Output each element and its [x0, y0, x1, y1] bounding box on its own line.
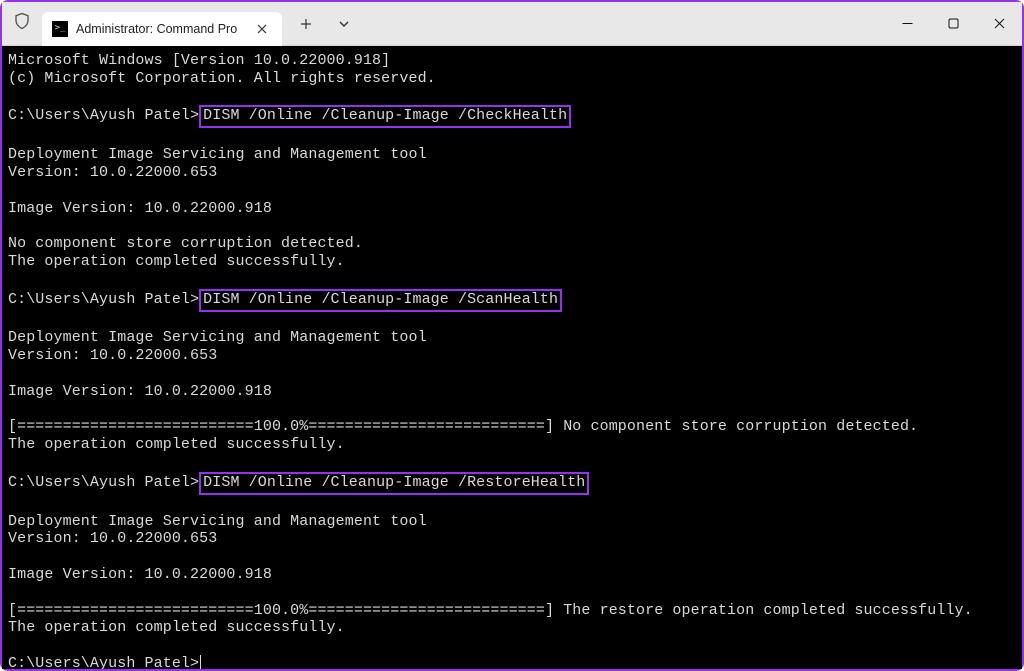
- image-version-line: Image Version: 10.0.22000.918: [8, 566, 272, 583]
- minimize-button[interactable]: [884, 2, 930, 45]
- highlighted-command-1: DISM /Online /Cleanup-Image /CheckHealth: [199, 105, 571, 128]
- image-version-line: Image Version: 10.0.22000.918: [8, 200, 272, 217]
- titlebar: >_ Administrator: Command Pro: [2, 2, 1022, 46]
- maximize-button[interactable]: [930, 2, 976, 45]
- tab-close-button[interactable]: [252, 19, 272, 39]
- operation-success-line: The operation completed successfully.: [8, 253, 345, 270]
- text-cursor: [200, 655, 201, 669]
- tab-dropdown-button[interactable]: [328, 8, 360, 40]
- app-badge: [2, 12, 42, 35]
- tab-actions: [290, 2, 360, 45]
- prompt: C:\Users\Ayush Patel>: [8, 655, 199, 669]
- highlighted-command-2: DISM /Online /Cleanup-Image /ScanHealth: [199, 289, 562, 312]
- tool-name-line: Deployment Image Servicing and Managemen…: [8, 329, 427, 346]
- prompt: C:\Users\Ayush Patel>: [8, 107, 199, 124]
- tool-name-line: Deployment Image Servicing and Managemen…: [8, 146, 427, 163]
- window-controls: [884, 2, 1022, 45]
- shield-icon: [13, 12, 31, 35]
- close-button[interactable]: [976, 2, 1022, 45]
- tool-name-line: Deployment Image Servicing and Managemen…: [8, 513, 427, 530]
- tool-version-line: Version: 10.0.22000.653: [8, 164, 217, 181]
- highlighted-command-3: DISM /Online /Cleanup-Image /RestoreHeal…: [199, 472, 589, 495]
- check-result-line: No component store corruption detected.: [8, 235, 363, 252]
- image-version-line: Image Version: 10.0.22000.918: [8, 383, 272, 400]
- prompt: C:\Users\Ayush Patel>: [8, 291, 199, 308]
- tab-title: Administrator: Command Pro: [76, 22, 246, 36]
- terminal-output[interactable]: Microsoft Windows [Version 10.0.22000.91…: [2, 46, 1022, 669]
- tool-version-line: Version: 10.0.22000.653: [8, 347, 217, 364]
- operation-success-line: The operation completed successfully.: [8, 436, 345, 453]
- os-banner-line: Microsoft Windows [Version 10.0.22000.91…: [8, 52, 390, 69]
- prompt: C:\Users\Ayush Patel>: [8, 474, 199, 491]
- tool-version-line: Version: 10.0.22000.653: [8, 530, 217, 547]
- operation-success-line: The operation completed successfully.: [8, 619, 345, 636]
- cmd-icon: >_: [52, 21, 68, 37]
- copyright-line: (c) Microsoft Corporation. All rights re…: [8, 70, 436, 87]
- new-tab-button[interactable]: [290, 8, 322, 40]
- tab-active[interactable]: >_ Administrator: Command Pro: [42, 12, 282, 46]
- restore-progress-line: [==========================100.0%=======…: [8, 602, 973, 619]
- scan-progress-line: [==========================100.0%=======…: [8, 418, 918, 435]
